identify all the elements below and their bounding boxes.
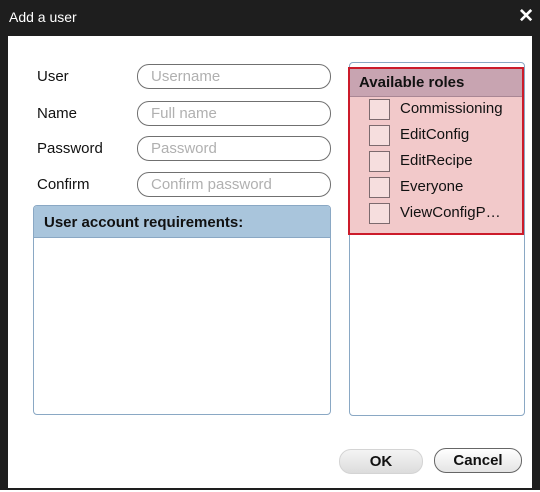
- cancel-button[interactable]: Cancel: [434, 448, 522, 473]
- role-checkbox[interactable]: [369, 151, 390, 172]
- role-item-editconfig[interactable]: EditConfig: [369, 125, 521, 147]
- role-label: Commissioning: [400, 100, 503, 117]
- role-item-everyone[interactable]: Everyone: [369, 177, 521, 199]
- name-label: Name: [37, 105, 78, 122]
- confirm-password-input[interactable]: [137, 172, 331, 197]
- role-label: ViewConfigP…: [400, 204, 501, 221]
- ok-button[interactable]: OK: [339, 449, 423, 474]
- password-input[interactable]: [137, 136, 331, 161]
- requirements-header: User account requirements:: [34, 206, 330, 238]
- role-item-commissioning[interactable]: Commissioning: [369, 99, 521, 121]
- role-label: Everyone: [400, 178, 464, 195]
- close-icon[interactable]: ✕: [518, 5, 534, 29]
- dialog-title: Add a user: [9, 9, 77, 25]
- role-checkbox[interactable]: [369, 99, 390, 120]
- confirm-label: Confirm: [37, 176, 90, 193]
- password-label: Password: [37, 140, 103, 157]
- requirements-panel: User account requirements:: [33, 205, 331, 415]
- role-label: EditRecipe: [400, 152, 473, 169]
- role-item-editrecipe[interactable]: EditRecipe: [369, 151, 521, 173]
- role-item-viewconfig[interactable]: ViewConfigP…: [369, 203, 521, 225]
- role-checkbox[interactable]: [369, 177, 390, 198]
- username-input[interactable]: [137, 64, 331, 89]
- full-name-input[interactable]: [137, 101, 331, 126]
- roles-header: Available roles: [350, 69, 522, 97]
- role-checkbox[interactable]: [369, 203, 390, 224]
- dialog-titlebar[interactable]: Add a user ✕: [0, 0, 540, 36]
- role-label: EditConfig: [400, 126, 470, 143]
- role-checkbox[interactable]: [369, 125, 390, 146]
- user-label: User: [37, 68, 69, 85]
- roles-highlight: Available roles Commissioning EditConfig…: [348, 67, 524, 235]
